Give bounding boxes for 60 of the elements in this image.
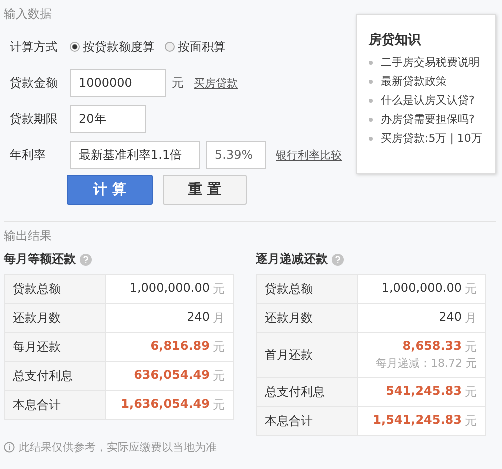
unit-label: 元 — [213, 396, 225, 414]
knowledge-link[interactable]: 办房贷需要担保吗? — [369, 112, 491, 127]
unit-label: 元 — [213, 368, 225, 384]
term-field[interactable]: 20年 — [70, 105, 146, 133]
disclaimer-text: 此结果仅供参考，实际应缴费以当地为准 — [19, 440, 217, 455]
field-label: 计算方式 — [10, 38, 59, 56]
unit-label: 元 — [465, 339, 477, 356]
reset-button[interactable]: 重 置 — [163, 175, 247, 205]
unit-label: 元 — [465, 384, 477, 400]
table-cell: 本息合计 — [4, 390, 106, 420]
field-label: 贷款金额 — [10, 74, 59, 92]
amount-value: 1,636,054.49 — [121, 396, 210, 412]
unit-label: 元 — [172, 74, 184, 92]
table-cell: 本息合计 — [256, 406, 358, 436]
amount-value: 8,658.33 — [402, 339, 462, 355]
table-cell: 首月还款 — [256, 332, 358, 378]
rate-compare-link[interactable]: 银行利率比较 — [276, 148, 342, 162]
table-cell: 还款月数 — [256, 304, 358, 332]
amount-field[interactable]: 1000000 — [70, 69, 166, 97]
help-icon[interactable] — [80, 254, 92, 266]
amount-value: 6,816.89 — [150, 338, 210, 354]
calculate-button[interactable]: 计 算 — [67, 175, 153, 205]
table-cell: 还款月数 — [4, 304, 106, 332]
field-label: 贷款期限 — [10, 110, 59, 128]
knowledge-link[interactable]: 买房贷款:5万 | 10万 — [369, 131, 491, 146]
unit-label: 月 — [465, 310, 477, 326]
amount-value: 636,054.49 — [134, 368, 210, 384]
knowledge-link[interactable]: 最新贷款政策 — [369, 74, 491, 89]
amount-value: 240 — [187, 310, 210, 326]
table-cell: 贷款总额 — [4, 274, 106, 304]
unit-label: 元 — [213, 280, 225, 298]
section-title: 输入数据 — [4, 6, 53, 23]
field-label: 年利率 — [10, 146, 47, 164]
amount-value: 240 — [439, 310, 462, 326]
percent-field[interactable]: 5.39% — [206, 141, 266, 169]
amount-value: 1,000,000.00 — [382, 280, 462, 296]
table-cell: 总支付利息 — [256, 378, 358, 406]
knowledge-link[interactable]: 二手房交易税费说明 — [369, 55, 491, 70]
info-icon — [4, 442, 15, 453]
amount-value: 1,541,245.83 — [373, 412, 462, 428]
rate-field[interactable]: 最新基准利率1.1倍 — [70, 141, 200, 169]
section-title: 输出结果 — [4, 228, 53, 245]
unit-label: 元 — [465, 280, 477, 298]
table-title: 每月等额还款 — [4, 251, 76, 268]
table-cell: 每月还款 — [4, 332, 106, 362]
unit-label: 元 — [465, 412, 477, 430]
knowledge-link[interactable]: 什么是认房又认贷? — [369, 93, 491, 108]
radio-option[interactable]: 按贷款额度算 — [70, 38, 155, 56]
help-icon[interactable] — [332, 254, 344, 266]
unit-label: 元 — [213, 338, 225, 356]
table-cell: 贷款总额 — [256, 274, 358, 304]
amount-value: 541,245.83 — [386, 384, 462, 400]
table-title: 逐月递减还款 — [256, 251, 328, 268]
amount-value: 1,000,000.00 — [130, 280, 210, 296]
radio-option[interactable]: 按面积算 — [165, 38, 226, 56]
loan-link[interactable]: 买房贷款 — [194, 76, 238, 90]
decrease-note: 每月递减：18.72 元 — [375, 356, 477, 371]
unit-label: 月 — [213, 310, 225, 326]
table-cell: 总支付利息 — [4, 362, 106, 390]
card-title: 房贷知识 — [369, 32, 422, 49]
